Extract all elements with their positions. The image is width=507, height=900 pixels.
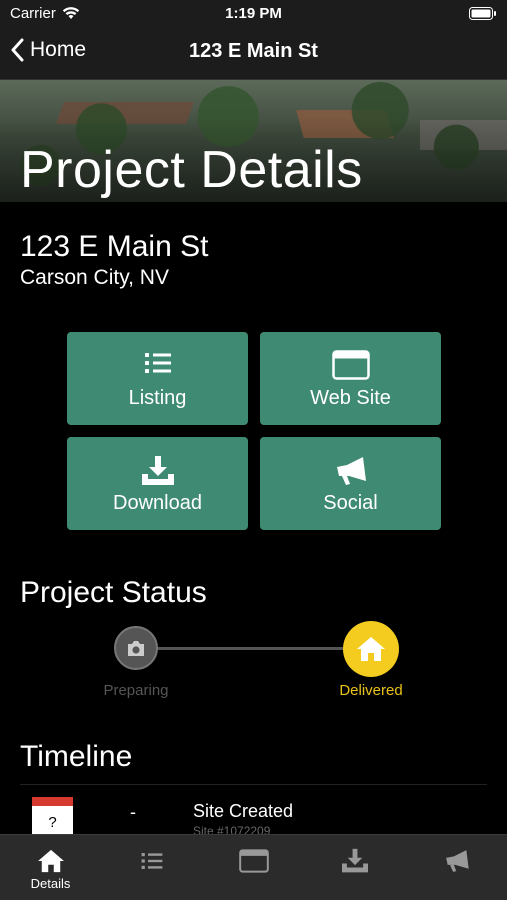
timeline-divider: [20, 784, 487, 785]
megaphone-icon: [336, 457, 366, 485]
hero-banner: Project Details: [0, 80, 507, 202]
back-label: Home: [30, 38, 87, 61]
tab-web-site[interactable]: [203, 835, 304, 900]
clock: 1:19 PM: [225, 5, 282, 22]
timeline-date: -: [130, 802, 136, 822]
navigation-bar: Home 123 E Main St: [0, 26, 507, 80]
browser-window-icon: [331, 350, 370, 380]
timeline-heading: Timeline: [20, 740, 133, 773]
status-bar: Carrier 1:19 PM: [0, 0, 507, 26]
chevron-left-icon: [11, 38, 24, 62]
listing-label: Listing: [128, 387, 187, 409]
browser-window-icon: [238, 849, 269, 873]
calendar-text: ?: [48, 814, 57, 831]
tab-download[interactable]: [304, 835, 405, 900]
project-city: Carson City, NV: [20, 266, 169, 289]
social-button[interactable]: Social: [260, 437, 441, 530]
tab-social[interactable]: [406, 835, 507, 900]
list-icon: [141, 853, 162, 869]
download-icon: [341, 848, 368, 873]
tab-listing[interactable]: [101, 835, 202, 900]
status-label-delivered: Delivered: [339, 682, 403, 699]
download-label: Download: [113, 492, 202, 514]
listing-button[interactable]: Listing: [67, 332, 248, 425]
battery-icon: [469, 7, 496, 20]
list-icon: [144, 353, 171, 373]
tab-bar: Details: [0, 834, 507, 900]
home-icon: [357, 637, 385, 661]
back-button[interactable]: Home: [10, 38, 86, 62]
web-site-label: Web Site: [310, 387, 391, 409]
project-address: 123 E Main St: [20, 230, 209, 263]
web-site-button[interactable]: Web Site: [260, 332, 441, 425]
camera-icon: [128, 640, 144, 656]
download-button[interactable]: Download: [67, 437, 248, 530]
page-title: Project Details: [20, 141, 363, 199]
download-icon: [141, 456, 174, 485]
social-label: Social: [323, 492, 378, 514]
status-progress-track: [136, 647, 371, 650]
status-label-preparing: Preparing: [103, 682, 169, 699]
tab-details[interactable]: Details: [0, 835, 101, 900]
status-step-preparing: [114, 626, 158, 670]
tab-details-label: Details: [30, 876, 71, 891]
timeline-event: Site Created: [193, 801, 294, 821]
status-step-delivered: [343, 621, 399, 677]
calendar-icon: ?: [32, 797, 73, 837]
megaphone-icon: [445, 850, 469, 872]
project-status-heading: Project Status: [20, 576, 207, 609]
home-icon: [37, 849, 64, 873]
